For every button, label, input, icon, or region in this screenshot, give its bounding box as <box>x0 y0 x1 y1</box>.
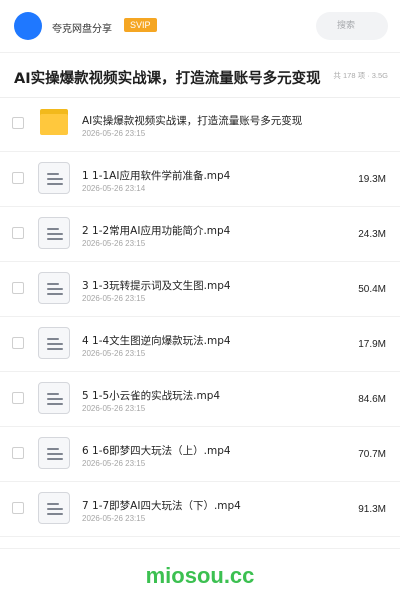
page-title: AI实操爆款视频实战课，打造流量账号多元变现 <box>14 71 321 87</box>
item-date: 2026-05-26 23:14 <box>82 184 146 193</box>
file-list: AI实操爆款视频实战课，打造流量账号多元变现 2026-05-26 23:15 … <box>0 97 400 537</box>
item-date: 2026-05-26 23:15 <box>82 404 146 413</box>
footer-bar: miosou.cc <box>0 548 400 601</box>
item-date: 2026-05-26 23:15 <box>82 459 146 468</box>
item-name: 2 1-2常用AI应用功能简介.mp4 <box>82 225 231 237</box>
header-bar: 夸克网盘分享 SVIP 搜索 <box>0 0 400 53</box>
item-name: 7 1-7即梦AI四大玩法（下）.mp4 <box>82 500 241 512</box>
file-icon <box>38 327 70 359</box>
item-size: 91.3M <box>358 504 386 515</box>
list-item[interactable]: 5 1-5小云雀的实战玩法.mp4 2026-05-26 23:15 84.6M <box>0 372 400 427</box>
item-size: 24.3M <box>358 229 386 240</box>
item-size: 84.6M <box>358 394 386 405</box>
item-checkbox[interactable] <box>12 502 24 514</box>
item-checkbox[interactable] <box>12 117 24 129</box>
item-name: 1 1-1AI应用软件学前准备.mp4 <box>82 170 231 182</box>
item-date: 2026-05-26 23:15 <box>82 514 146 523</box>
list-item[interactable]: 2 1-2常用AI应用功能简介.mp4 2026-05-26 23:15 24.… <box>0 207 400 262</box>
folder-title-bar: AI实操爆款视频实战课，打造流量账号多元变现 共 178 项 · 3.5G <box>0 53 400 98</box>
list-item[interactable]: 7 1-7即梦AI四大玩法（下）.mp4 2026-05-26 23:15 91… <box>0 482 400 537</box>
file-icon <box>38 272 70 304</box>
list-item[interactable]: 4 1-4文生图逆向爆款玩法.mp4 2026-05-26 23:15 17.9… <box>0 317 400 372</box>
item-name: 6 1-6即梦四大玩法（上）.mp4 <box>82 445 231 457</box>
item-checkbox[interactable] <box>12 172 24 184</box>
item-date: 2026-05-26 23:15 <box>82 129 146 138</box>
list-item-folder[interactable]: AI实操爆款视频实战课，打造流量账号多元变现 2026-05-26 23:15 <box>0 97 400 152</box>
file-icon <box>38 437 70 469</box>
item-name: 3 1-3玩转提示词及文生图.mp4 <box>82 280 231 292</box>
file-icon <box>38 162 70 194</box>
file-icon <box>38 492 70 524</box>
list-item[interactable]: 6 1-6即梦四大玩法（上）.mp4 2026-05-26 23:15 70.7… <box>0 427 400 482</box>
item-checkbox[interactable] <box>12 282 24 294</box>
app-name: 夸克网盘分享 <box>52 24 112 35</box>
list-item[interactable]: 3 1-3玩转提示词及文生图.mp4 2026-05-26 23:15 50.4… <box>0 262 400 317</box>
watermark: miosou.cc <box>145 563 255 588</box>
file-icon <box>38 217 70 249</box>
item-date: 2026-05-26 23:15 <box>82 349 146 358</box>
item-checkbox[interactable] <box>12 447 24 459</box>
avatar[interactable] <box>14 12 42 40</box>
search-input[interactable]: 搜索 <box>316 12 388 40</box>
item-size: 17.9M <box>358 339 386 350</box>
folder-meta: 共 178 项 · 3.5G <box>333 71 388 80</box>
folder-icon <box>40 109 68 135</box>
list-item[interactable]: 1 1-1AI应用软件学前准备.mp4 2026-05-26 23:14 19.… <box>0 152 400 207</box>
item-checkbox[interactable] <box>12 392 24 404</box>
item-size: 19.3M <box>358 174 386 185</box>
item-size: 50.4M <box>358 284 386 295</box>
svip-badge: SVIP <box>124 18 157 32</box>
item-name: 4 1-4文生图逆向爆款玩法.mp4 <box>82 335 231 347</box>
item-name: AI实操爆款视频实战课，打造流量账号多元变现 <box>82 115 303 127</box>
item-date: 2026-05-26 23:15 <box>82 239 146 248</box>
item-name: 5 1-5小云雀的实战玩法.mp4 <box>82 390 221 402</box>
item-size: 70.7M <box>358 449 386 460</box>
item-checkbox[interactable] <box>12 227 24 239</box>
item-checkbox[interactable] <box>12 337 24 349</box>
item-date: 2026-05-26 23:15 <box>82 294 146 303</box>
file-icon <box>38 382 70 414</box>
